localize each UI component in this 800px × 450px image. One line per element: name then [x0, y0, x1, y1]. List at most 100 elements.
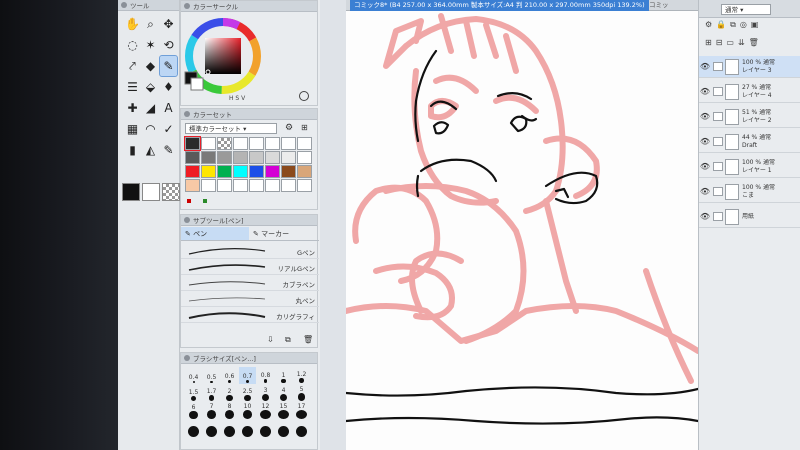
- line-icon[interactable]: ▮: [124, 140, 141, 160]
- main-color-swatch[interactable]: [122, 183, 140, 201]
- layer-lock-checkbox[interactable]: [713, 112, 723, 121]
- gradient-icon[interactable]: ▦: [124, 119, 141, 139]
- brush-size-option[interactable]: 0.8: [257, 367, 274, 384]
- layer-ref-icon[interactable]: ◎: [740, 20, 747, 34]
- hand-icon[interactable]: ✋: [124, 14, 141, 34]
- brush-size-option[interactable]: 1.5: [185, 385, 202, 402]
- brush-size-option[interactable]: 2.5: [239, 385, 256, 402]
- subtool-delete-icon[interactable]: 🗑: [303, 335, 313, 344]
- subtool-duplicate-icon[interactable]: ⧉: [285, 335, 291, 345]
- magic-wand-icon[interactable]: ✶: [142, 35, 159, 55]
- correct-icon[interactable]: ◭: [142, 140, 159, 160]
- eye-icon[interactable]: 👁: [699, 187, 711, 196]
- brush-item-g-pen[interactable]: Gペン: [181, 243, 319, 259]
- eye-icon[interactable]: 👁: [699, 87, 711, 96]
- blend-mode-dropdown[interactable]: 通常 ▾: [721, 4, 771, 15]
- brush-size-option[interactable]: [239, 421, 256, 438]
- color-mode-toggle-icon[interactable]: [299, 91, 309, 101]
- brush-size-option[interactable]: 2: [221, 385, 238, 402]
- palette-color-cell[interactable]: [185, 165, 200, 178]
- brush-size-option[interactable]: 0.4: [185, 367, 202, 384]
- palette-color-cell[interactable]: [249, 151, 264, 164]
- brush-size-option[interactable]: 6: [185, 403, 202, 420]
- new-folder-icon[interactable]: ▭: [726, 38, 734, 52]
- layer-row[interactable]: 👁 51 % 通常 レイヤー 2: [699, 106, 800, 128]
- brush-size-option[interactable]: [221, 421, 238, 438]
- layer-lock-checkbox[interactable]: [713, 137, 723, 146]
- palette-color-cell[interactable]: [265, 179, 280, 192]
- brush-size-option[interactable]: 7: [203, 403, 220, 420]
- brush-size-option[interactable]: [275, 421, 292, 438]
- layer-row[interactable]: 👁 27 % 通常 レイヤー 4: [699, 81, 800, 103]
- brush-size-option[interactable]: 15: [275, 403, 292, 420]
- palette-color-cell[interactable]: [217, 165, 232, 178]
- layer-row[interactable]: 👁 用紙: [699, 206, 800, 228]
- eye-icon[interactable]: 👁: [699, 212, 711, 221]
- new-vector-layer-icon[interactable]: ⊟: [716, 38, 723, 52]
- eyedropper-icon[interactable]: ⤤: [124, 56, 141, 76]
- layer-lock-checkbox[interactable]: [713, 87, 723, 96]
- palette-color-cell[interactable]: [297, 137, 312, 150]
- layer-settings-icon[interactable]: ⚙: [705, 20, 712, 34]
- layer-lock-checkbox[interactable]: [713, 162, 723, 171]
- brush-size-option[interactable]: 17: [293, 403, 310, 420]
- brush-size-option[interactable]: [293, 421, 310, 438]
- palette-color-cell[interactable]: [281, 151, 296, 164]
- brush-size-option[interactable]: [185, 421, 202, 438]
- palette-color-cell[interactable]: [297, 151, 312, 164]
- sub-color-swatch[interactable]: [142, 183, 160, 201]
- brush-size-option[interactable]: 4: [275, 385, 292, 402]
- brush-item-kabura-pen[interactable]: カブラペン: [181, 275, 319, 291]
- palette-color-cell[interactable]: [217, 151, 232, 164]
- layer-clip-icon[interactable]: ⧉: [730, 20, 736, 34]
- brush-size-option[interactable]: 0.7: [239, 367, 256, 384]
- layer-lock-checkbox[interactable]: [713, 187, 723, 196]
- layer-lock-checkbox[interactable]: [713, 212, 723, 221]
- brush-size-option[interactable]: 1.7: [203, 385, 220, 402]
- layer-row[interactable]: 👁 100 % 通常 レイヤー 3: [699, 56, 800, 78]
- brush-size-option[interactable]: 1.2: [293, 367, 310, 384]
- eye-icon[interactable]: 👁: [699, 62, 711, 71]
- lasso-icon[interactable]: ◌: [124, 35, 141, 55]
- palette-color-cell[interactable]: [297, 179, 312, 192]
- eye-icon[interactable]: 👁: [699, 137, 711, 146]
- zoom-icon[interactable]: ⌕: [142, 14, 159, 34]
- palette-color-cell[interactable]: [184, 136, 201, 151]
- brush-item-round-pen[interactable]: 丸ペン: [181, 291, 319, 307]
- palette-color-cell[interactable]: [281, 179, 296, 192]
- transparent-color-swatch[interactable]: [162, 183, 180, 201]
- layer-row[interactable]: 👁 100 % 通常 こま: [699, 181, 800, 203]
- brush-size-option[interactable]: 1: [275, 367, 292, 384]
- ruler-icon[interactable]: ◢: [142, 98, 159, 118]
- brush-item-calligraphy[interactable]: カリグラフィ: [181, 307, 319, 323]
- move-icon[interactable]: ✥: [160, 14, 177, 34]
- brush-size-option[interactable]: 0.6: [221, 367, 238, 384]
- layer-mask-icon[interactable]: ▣: [751, 20, 759, 34]
- palette-color-cell[interactable]: [201, 151, 216, 164]
- new-layer-icon[interactable]: ⊞: [705, 38, 712, 52]
- layer-lock-icon[interactable]: 🔒: [716, 20, 726, 34]
- rotate-icon[interactable]: ⟲: [160, 35, 177, 55]
- layer-lock-checkbox[interactable]: [713, 62, 723, 71]
- color-wheel[interactable]: [181, 12, 319, 106]
- brush-size-option[interactable]: 8: [221, 403, 238, 420]
- palette-color-cell[interactable]: [265, 165, 280, 178]
- palette-color-cell[interactable]: [265, 137, 280, 150]
- figure-icon[interactable]: ✎: [160, 140, 177, 160]
- layer-row[interactable]: 👁 44 % 通常 Draft: [699, 131, 800, 153]
- brush-size-option[interactable]: 12: [257, 403, 274, 420]
- palette-color-cell[interactable]: [185, 179, 200, 192]
- brush-size-option[interactable]: [203, 421, 220, 438]
- balloon-icon[interactable]: ✓: [160, 119, 177, 139]
- layer-merge-icon[interactable]: ⇊: [738, 38, 745, 52]
- eye-icon[interactable]: 👁: [699, 162, 711, 171]
- palette-color-cell[interactable]: [233, 151, 248, 164]
- add-color-icon[interactable]: ⊞: [301, 123, 308, 132]
- tab-pen[interactable]: ✎ ペン: [181, 227, 249, 240]
- palette-color-cell[interactable]: [233, 165, 248, 178]
- palette-color-cell[interactable]: [249, 165, 264, 178]
- palette-color-cell[interactable]: [297, 165, 312, 178]
- tab-marker[interactable]: ✎ マーカー: [249, 227, 317, 240]
- brush-icon[interactable]: ☰: [124, 77, 141, 97]
- brush-size-option[interactable]: 5: [293, 385, 310, 402]
